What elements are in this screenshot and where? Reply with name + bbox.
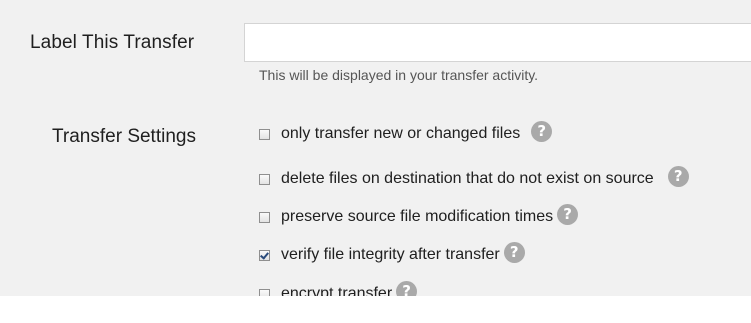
option-verify-integrity[interactable]: verify file integrity after transfer ? [259, 241, 525, 267]
checkbox-verify-integrity[interactable] [259, 249, 270, 261]
question-circle-icon[interactable]: ? [503, 241, 525, 263]
label-helper-text: This will be displayed in your transfer … [259, 67, 539, 83]
checkbox-only-new-changed[interactable] [259, 128, 270, 140]
question-circle-icon[interactable]: ? [557, 203, 579, 225]
question-circle-icon[interactable]: ? [667, 165, 689, 187]
option-delete-destination[interactable]: delete files on destination that do not … [259, 165, 689, 191]
question-circle-icon[interactable]: ? [531, 120, 553, 142]
transfer-settings-heading: Transfer Settings [52, 126, 196, 147]
checkbox-preserve-times[interactable] [259, 211, 270, 223]
option-label: delete files on destination that do not … [281, 170, 654, 187]
label-transfer-heading: Label This Transfer [30, 32, 195, 53]
transfer-settings-panel: Label This Transfer This will be display… [0, 0, 751, 302]
option-only-new-changed[interactable]: only transfer new or changed files ? [259, 120, 553, 146]
transfer-label-input[interactable] [244, 23, 751, 62]
page-background [0, 296, 751, 323]
option-label: verify file integrity after transfer [281, 246, 500, 263]
option-label: preserve source file modification times [281, 208, 554, 225]
option-preserve-times[interactable]: preserve source file modification times … [259, 203, 579, 229]
checkbox-delete-destination[interactable] [259, 173, 270, 185]
option-label: only transfer new or changed files [281, 125, 521, 142]
